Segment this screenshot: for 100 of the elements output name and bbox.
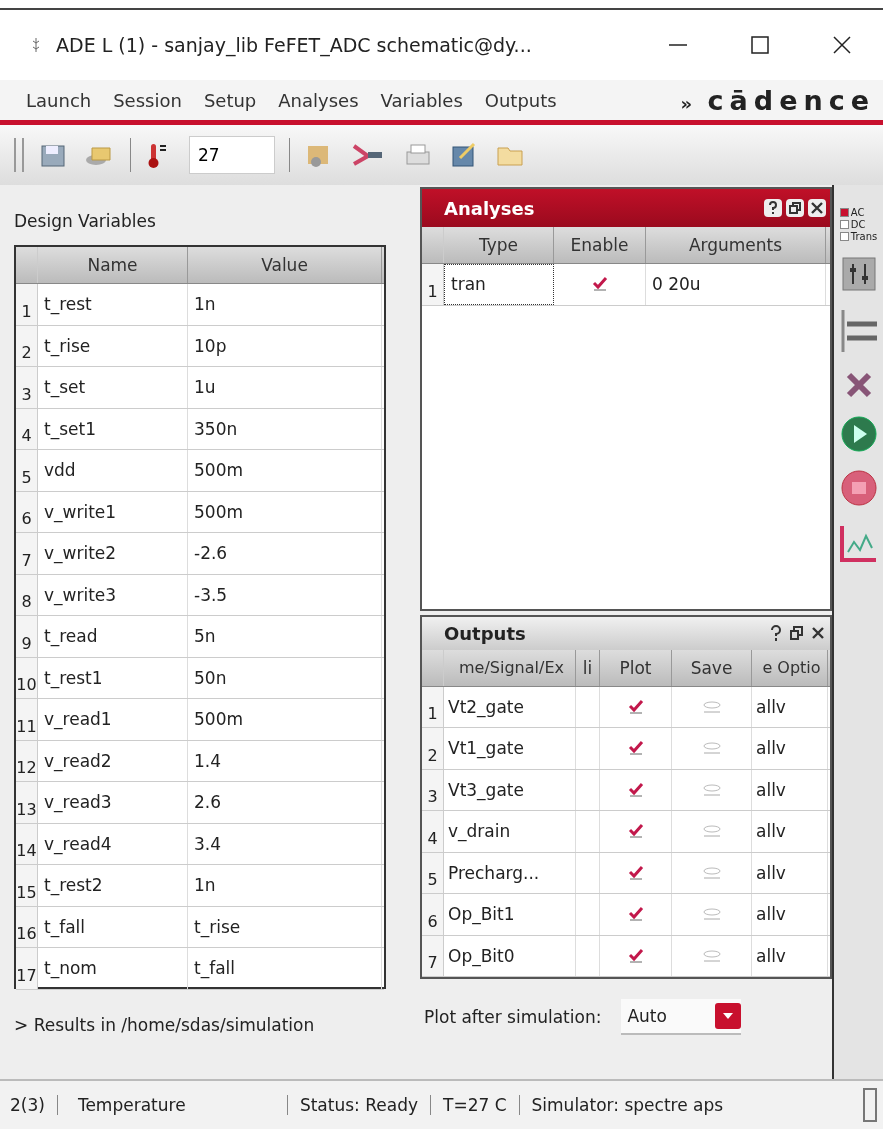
table-cell[interactable]: t_read — [38, 616, 188, 657]
close-icon[interactable] — [808, 199, 826, 217]
restore-icon[interactable] — [786, 199, 804, 217]
checkbox[interactable] — [626, 698, 645, 715]
table-cell[interactable]: vdd — [38, 450, 188, 491]
table-cell[interactable]: -3.5 — [188, 574, 382, 615]
table-cell[interactable]: t_rest1 — [38, 657, 188, 698]
menu-item[interactable]: Launch — [26, 89, 92, 111]
radio-button[interactable] — [839, 220, 849, 229]
menu-item[interactable]: Outputs — [484, 89, 557, 111]
resize-grip[interactable] — [863, 1088, 877, 1122]
table-cell[interactable]: t_fall — [38, 906, 188, 947]
table-cell[interactable]: 350n — [188, 408, 382, 449]
table-cell[interactable]: allv — [752, 811, 828, 852]
table-cell[interactable]: v_read1 — [38, 699, 188, 740]
table-cell[interactable]: Precharg... — [444, 852, 576, 893]
menu-item[interactable]: Variables — [380, 89, 463, 111]
temperature-field[interactable]: 27 — [189, 136, 275, 174]
help-icon[interactable] — [768, 624, 784, 643]
checkbox[interactable] — [626, 823, 645, 840]
row-number: 13 — [16, 782, 38, 823]
help-icon[interactable] — [764, 199, 782, 217]
table-cell[interactable]: allv — [752, 728, 828, 769]
checkbox[interactable] — [700, 740, 723, 757]
table-cell[interactable]: v_read4 — [38, 823, 188, 864]
close-icon[interactable] — [831, 34, 853, 56]
table-cell[interactable]: t_rest2 — [38, 865, 188, 906]
table-cell[interactable]: Op_Bit0 — [444, 935, 576, 976]
column-header[interactable]: Arguments — [646, 227, 826, 263]
checkbox[interactable] — [700, 864, 723, 881]
checkbox[interactable] — [700, 781, 723, 798]
sliders-icon[interactable] — [840, 256, 877, 292]
table-cell[interactable]: -2.6 — [188, 533, 382, 574]
table-cell[interactable]: 1u — [188, 367, 382, 408]
radio-button[interactable] — [839, 208, 849, 217]
maximize-icon[interactable] — [749, 34, 771, 56]
table-cell[interactable]: 3.4 — [188, 823, 382, 864]
checkbox[interactable] — [626, 947, 645, 964]
row-number: 15 — [16, 865, 38, 906]
column-header[interactable]: Save — [672, 649, 752, 686]
table-cell[interactable]: v_read2 — [38, 740, 188, 781]
menu-item[interactable]: Setup — [203, 89, 257, 111]
table-cell[interactable]: t_rise — [38, 325, 188, 366]
table-cell[interactable]: Vt3_gate — [444, 769, 576, 810]
checkbox[interactable] — [700, 947, 723, 964]
table-cell[interactable]: 50n — [188, 657, 382, 698]
checkbox[interactable] — [590, 276, 609, 293]
checkbox[interactable] — [626, 864, 645, 881]
table-cell[interactable]: 5n — [188, 616, 382, 657]
table-cell[interactable]: Vt2_gate — [444, 686, 576, 727]
column-header[interactable]: me/Signal/Ex — [444, 649, 576, 686]
table-cell[interactable]: Op_Bit1 — [444, 894, 576, 935]
table-cell[interactable]: v_write1 — [38, 491, 188, 532]
table-cell[interactable]: 10p — [188, 325, 382, 366]
table-cell[interactable]: v_drain — [444, 811, 576, 852]
table-cell[interactable]: t_fall — [188, 948, 382, 989]
table-cell[interactable]: 500m — [188, 491, 382, 532]
column-header[interactable]: Plot — [600, 649, 672, 686]
column-header[interactable]: Name — [38, 247, 188, 283]
table-cell[interactable]: 1n — [188, 284, 382, 325]
column-header[interactable]: li — [576, 649, 600, 686]
table-cell[interactable]: v_read3 — [38, 782, 188, 823]
table-cell[interactable]: t_set — [38, 367, 188, 408]
table-cell[interactable]: t_rest — [38, 284, 188, 325]
table-cell[interactable]: t_rise — [188, 906, 382, 947]
checkbox[interactable] — [700, 906, 723, 923]
restore-icon[interactable] — [788, 624, 806, 643]
table-cell[interactable]: v_write3 — [38, 574, 188, 615]
plot-mode-dropdown[interactable]: Auto — [621, 999, 742, 1035]
table-cell[interactable]: tran — [444, 264, 554, 305]
table-cell[interactable]: allv — [752, 686, 828, 727]
menu-item[interactable]: Session — [113, 89, 182, 111]
table-cell[interactable]: 1n — [188, 865, 382, 906]
checkbox[interactable] — [700, 823, 723, 840]
table-cell[interactable]: allv — [752, 894, 828, 935]
table-cell[interactable]: 2.6 — [188, 782, 382, 823]
run-icon[interactable] — [838, 414, 879, 454]
checkbox[interactable] — [626, 781, 645, 798]
table-cell[interactable]: allv — [752, 769, 828, 810]
table-cell[interactable]: Vt1_gate — [444, 728, 576, 769]
menu-item[interactable]: Analyses — [278, 89, 359, 111]
table-cell[interactable]: t_nom — [38, 948, 188, 989]
radio-button[interactable] — [839, 232, 849, 241]
table-cell[interactable]: 0 20u — [646, 264, 826, 305]
checkbox[interactable] — [626, 740, 645, 757]
column-header[interactable]: Type — [444, 227, 554, 263]
column-header[interactable]: Enable — [554, 227, 646, 263]
table-cell[interactable]: 500m — [188, 699, 382, 740]
checkbox[interactable] — [626, 906, 645, 923]
column-header[interactable]: Value — [188, 247, 382, 283]
checkbox[interactable] — [700, 698, 723, 715]
toolbar-grip[interactable] — [14, 138, 24, 172]
table-cell[interactable]: allv — [752, 852, 828, 893]
column-header[interactable]: e Optio — [752, 649, 828, 686]
table-cell[interactable]: 1.4 — [188, 740, 382, 781]
stop-icon[interactable] — [838, 468, 879, 508]
table-cell[interactable]: allv — [752, 935, 828, 976]
table-cell[interactable]: 500m — [188, 450, 382, 491]
table-cell[interactable]: t_set1 — [38, 408, 188, 449]
table-cell[interactable]: v_write2 — [38, 533, 188, 574]
